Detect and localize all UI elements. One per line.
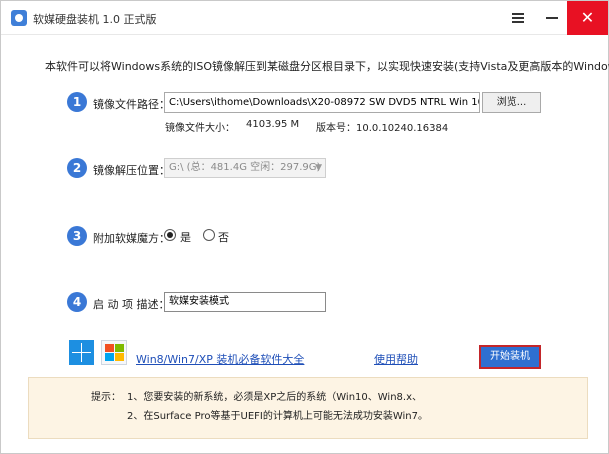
image-version: 版本号：10.0.10240.16384 — [316, 123, 449, 134]
image-size-label: 镜像文件大小： — [165, 123, 235, 134]
mofang-no-radio[interactable] — [203, 229, 215, 241]
image-size-value: 4103.95 M — [246, 119, 300, 130]
title-bar: 软媒硬盘装机 1.0 正式版 ✕ — [1, 1, 608, 35]
partition-selected-value: G:\ (总：481.4G 空闲：297.9G) — [169, 162, 321, 173]
minimize-button[interactable] — [532, 1, 572, 35]
step-number-1: 1 — [67, 92, 87, 112]
step-number-4: 4 — [67, 292, 87, 312]
step-label-image-path: 镜像文件路径： — [93, 98, 170, 111]
menu-icon — [512, 13, 524, 23]
mofang-yes-radio[interactable] — [164, 229, 176, 241]
step-label-mofang: 附加软媒魔方： — [93, 232, 170, 245]
image-path-input[interactable]: C:\Users\ithome\Downloads\X20-08972 SW D… — [164, 92, 480, 113]
step-label-boot-description: 启 动 项 描述： — [93, 298, 170, 311]
help-link[interactable]: 使用帮助 — [374, 351, 418, 367]
windows7-logo-icon[interactable] — [101, 340, 127, 365]
close-icon: ✕ — [580, 8, 595, 27]
tip-line-2: 2、在Surface Pro等基于UEFI的计算机上可能无法成功安装Win7。 — [127, 411, 428, 422]
chevron-down-icon: ▼ — [315, 163, 322, 173]
image-path-value: C:\Users\ithome\Downloads\X20-08972 SW D… — [169, 97, 480, 108]
start-install-button[interactable]: 开始装机 — [479, 345, 541, 369]
step-label-extract-location: 镜像解压位置： — [93, 164, 170, 177]
app-icon — [11, 10, 27, 26]
window-title: 软媒硬盘装机 1.0 正式版 — [33, 13, 157, 26]
minimize-icon — [546, 17, 558, 19]
partition-select[interactable]: G:\ (总：481.4G 空闲：297.9G) ▼ — [164, 158, 326, 178]
windows10-logo-icon[interactable] — [69, 340, 94, 365]
mofang-yes-label[interactable]: 是 — [180, 229, 191, 245]
browse-button[interactable]: 浏览... — [482, 92, 541, 113]
description-text: 本软件可以将Windows系统的ISO镜像解压到某磁盘分区根目录下，以实现快速安… — [45, 60, 609, 73]
tips-label: 提示： — [91, 392, 121, 403]
software-collection-link[interactable]: Win8/Win7/XP 装机必备软件大全 — [136, 351, 304, 367]
boot-description-input[interactable]: 软媒安装模式 — [164, 292, 326, 312]
boot-description-value: 软媒安装模式 — [169, 296, 229, 307]
mofang-no-label[interactable]: 否 — [218, 229, 229, 245]
step-number-3: 3 — [67, 226, 87, 246]
tip-line-1: 1、您要安装的新系统，必须是XP之后的系统（Win10、Win8.x、 — [127, 392, 422, 403]
installer-window: 软媒硬盘装机 1.0 正式版 ✕ 本软件可以将Windows系统的ISO镜像解压… — [0, 0, 609, 454]
tips-panel: 提示： 1、您要安装的新系统，必须是XP之后的系统（Win10、Win8.x、 … — [28, 377, 588, 439]
close-button[interactable]: ✕ — [567, 1, 608, 35]
step-number-2: 2 — [67, 158, 87, 178]
